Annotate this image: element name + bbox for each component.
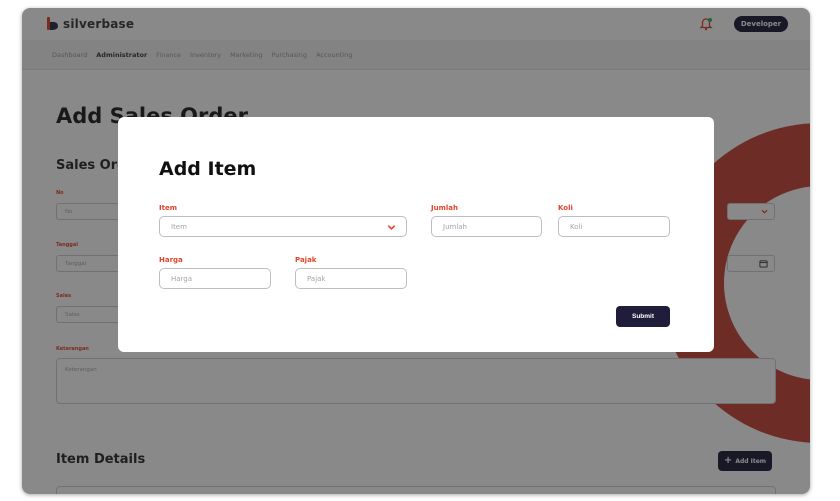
item-label: Item <box>159 204 177 212</box>
submit-button[interactable]: Submit <box>616 306 670 327</box>
koli-label: Koli <box>558 204 573 212</box>
pajak-input[interactable]: Pajak <box>295 268 407 289</box>
pajak-label: Pajak <box>295 256 317 264</box>
harga-label: Harga <box>159 256 183 264</box>
item-select-placeholder: Item <box>171 222 187 231</box>
jumlah-label: Jumlah <box>431 204 458 212</box>
jumlah-input[interactable]: Jumlah <box>431 216 542 237</box>
app-window: silverbase Developer Dashboard Administr… <box>22 8 810 494</box>
koli-input[interactable]: Koli <box>558 216 670 237</box>
item-select[interactable]: Item <box>159 216 407 237</box>
chevron-down-icon <box>387 225 396 230</box>
modal-title: Add Item <box>159 158 257 180</box>
add-item-modal: Add Item Item Item Jumlah Jumlah Koli Ko… <box>118 117 714 352</box>
harga-input[interactable]: Harga <box>159 268 271 289</box>
